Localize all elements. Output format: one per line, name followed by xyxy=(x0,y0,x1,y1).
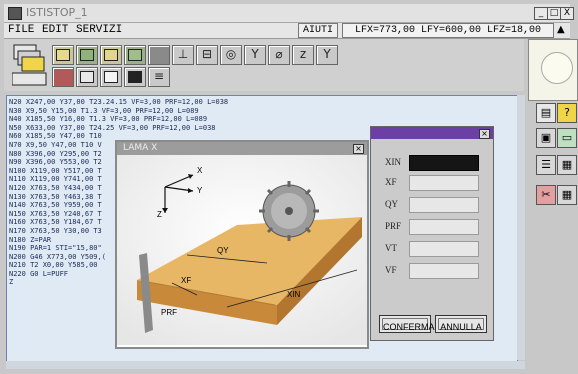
fixture-icon[interactable]: ⊟ xyxy=(196,45,218,65)
frame-icon[interactable] xyxy=(100,67,122,87)
program-line[interactable]: N50 X633,00 Y37,00 T24.25 VF=3,00 PRF=12… xyxy=(9,124,228,133)
toolbar: ⊥ ⊟ ◎ Y ⌀ z Y ≡ xyxy=(4,39,524,91)
confirm-button[interactable]: CONFERMA xyxy=(379,315,435,333)
svg-text:Z: Z xyxy=(157,210,162,219)
tool-icon[interactable] xyxy=(148,45,170,65)
prf-input[interactable] xyxy=(409,219,479,235)
qy-input[interactable] xyxy=(409,197,479,213)
spreadsheet-icon[interactable]: ▦ xyxy=(557,155,577,175)
clamp-icon[interactable]: ⊥ xyxy=(172,45,194,65)
cut-icon[interactable]: ✂ xyxy=(536,185,556,205)
app-icon xyxy=(8,7,22,20)
field-label-xin: XIN xyxy=(385,157,401,167)
saw-blade-illustration: X Y Z QY XF PRF XIN xyxy=(117,155,367,345)
field-label-vt: VT xyxy=(385,243,397,253)
image-window-titlebar: LAMA X × xyxy=(117,142,367,155)
program-line[interactable]: N40 X185,50 Y16,00 T1.3 VF=3,00 PRF=12,0… xyxy=(9,115,228,124)
cancel-button-label: ANNULLA xyxy=(438,318,484,332)
maximize-button[interactable]: □ xyxy=(547,7,561,20)
svg-text:X: X xyxy=(197,166,203,175)
dialog-titlebar: × xyxy=(371,127,493,139)
window-icon[interactable]: ▭ xyxy=(557,128,577,148)
vertical-scrollbar[interactable] xyxy=(517,95,525,360)
cancel-button[interactable]: ANNULLA xyxy=(435,315,487,333)
preview-circle xyxy=(541,52,573,84)
close-button[interactable]: X xyxy=(560,7,574,20)
field-label-qy: QY xyxy=(385,199,398,209)
tool-icon[interactable] xyxy=(76,45,98,65)
drill-icon[interactable]: ◎ xyxy=(220,45,242,65)
preview-panel xyxy=(528,39,578,101)
image-window-title: LAMA X xyxy=(123,143,158,153)
menu-edit[interactable]: EDIT xyxy=(42,24,68,36)
scroll-up-icon[interactable]: ▲ xyxy=(557,24,565,35)
tool-icon[interactable] xyxy=(100,45,122,65)
field-label-vf: VF xyxy=(385,265,397,275)
z-axis-icon[interactable]: z xyxy=(292,45,314,65)
funnel-icon[interactable]: Y xyxy=(244,45,266,65)
grid-icon[interactable] xyxy=(76,67,98,87)
document-icon[interactable]: ▤ xyxy=(536,103,556,123)
parameters-dialog: × XIN XF QY PRF VT VF CONFERMA ANNULLA xyxy=(370,126,494,341)
vt-input[interactable] xyxy=(409,241,479,257)
field-label-prf: PRF xyxy=(385,221,402,231)
table-icon[interactable]: ▦ xyxy=(557,185,577,205)
program-line[interactable]: N20 X247,00 Y37,00 T23.24.15 VF=3,00 PRF… xyxy=(9,98,228,107)
confirm-button-label: CONFERMA xyxy=(382,318,435,332)
vf-input[interactable] xyxy=(409,263,479,279)
menu-servizi[interactable]: SERVIZI xyxy=(76,24,122,36)
question-icon[interactable]: ? xyxy=(557,103,577,123)
close-icon[interactable]: × xyxy=(479,129,490,139)
svg-text:Y: Y xyxy=(197,186,203,195)
window-title: ISTISTOP_1 xyxy=(26,6,88,19)
tool-image-window: LAMA X × X Y Z QY XF PRF XIN xyxy=(115,140,369,349)
sensor-icon[interactable]: ⌀ xyxy=(268,45,290,65)
xin-input[interactable] xyxy=(409,155,479,171)
tool-icon[interactable] xyxy=(124,45,146,65)
panel-icon[interactable] xyxy=(52,67,74,87)
dimensions-status: LFX=773,00 LFY=600,00 LFZ=18,00 xyxy=(342,23,554,38)
layers-icon[interactable] xyxy=(52,45,74,65)
svg-text:QY: QY xyxy=(217,246,229,255)
horizontal-scrollbar[interactable] xyxy=(6,361,525,369)
saw-blade-icon xyxy=(259,181,319,241)
help-button[interactable]: AIUTI xyxy=(298,23,338,38)
funnel-icon[interactable]: Y xyxy=(316,45,338,65)
stack-icon[interactable] xyxy=(12,43,48,87)
main-window: ISTISTOP_1 _ □ X FILE EDIT SERVIZI AIUTI… xyxy=(0,0,578,374)
program-line[interactable]: N30 X9,50 Y15,00 T1.3 VF=3,00 PRF=12,00 … xyxy=(9,107,228,116)
title-bar: ISTISTOP_1 _ □ X xyxy=(4,4,574,23)
list-icon[interactable]: ☰ xyxy=(536,155,556,175)
lines-icon[interactable]: ≡ xyxy=(148,67,170,87)
board-icon[interactable] xyxy=(124,67,146,87)
svg-text:XF: XF xyxy=(181,276,191,285)
save-icon[interactable]: ▣ xyxy=(536,128,556,148)
menu-file[interactable]: FILE xyxy=(8,24,34,36)
minimize-button[interactable]: _ xyxy=(534,7,548,20)
close-icon[interactable]: × xyxy=(353,144,364,154)
svg-text:PRF: PRF xyxy=(161,308,177,317)
xf-input[interactable] xyxy=(409,175,479,191)
menu-bar: FILE EDIT SERVIZI AIUTI LFX=773,00 LFY=6… xyxy=(4,23,570,39)
field-label-xf: XF xyxy=(385,177,397,187)
svg-text:XIN: XIN xyxy=(287,290,301,299)
